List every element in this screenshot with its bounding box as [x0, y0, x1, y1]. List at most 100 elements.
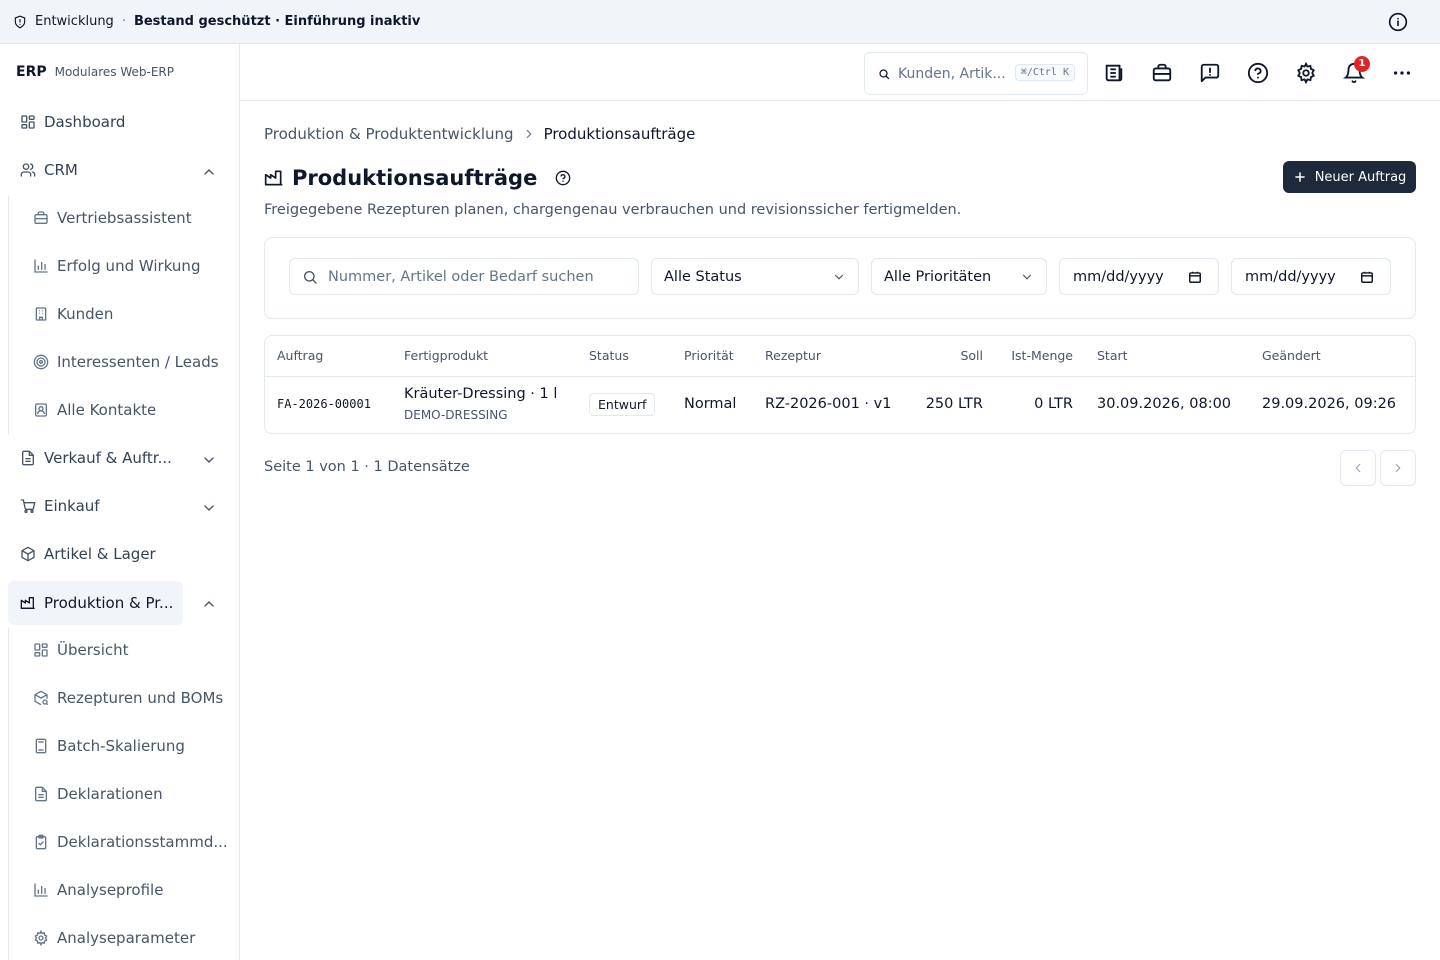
building-icon — [33, 306, 49, 322]
sidebar-item-verkauf[interactable]: Verkauf & Auftr... — [8, 436, 183, 480]
global-search[interactable]: Kunden, Artik... ⌘/Ctrl K — [864, 52, 1088, 95]
sidebar-item-uebersicht[interactable]: Übersicht — [21, 630, 231, 670]
sidebar-item-artikel[interactable]: Artikel & Lager — [8, 532, 183, 576]
notification-badge: 1 — [1354, 56, 1370, 72]
column-header-fertigprodukt[interactable]: Fertigprodukt — [404, 348, 488, 363]
breadcrumb: Produktion & Produktentwicklung Produkti… — [264, 125, 695, 143]
factory-icon — [264, 168, 284, 188]
column-header-status[interactable]: Status — [589, 348, 629, 363]
next-page-button[interactable] — [1380, 450, 1416, 486]
calendar-icon[interactable] — [1188, 270, 1202, 284]
sidebar-item-label: Analyseprofile — [57, 881, 164, 899]
brand[interactable]: ERP Modulares Web-ERP — [16, 64, 174, 80]
message-alert-icon[interactable] — [1199, 62, 1221, 84]
priority-select-value: Alle Prioritäten — [884, 268, 992, 285]
file-text-icon — [33, 786, 49, 802]
column-header-auftrag[interactable]: Auftrag — [277, 348, 323, 363]
chevron-left-icon — [1351, 461, 1365, 475]
sidebar-item-kontakte[interactable]: Alle Kontakte — [21, 390, 231, 430]
sidebar-item-label: Erfolg und Wirkung — [57, 257, 201, 275]
date-from-input[interactable]: mm/dd/yyyy — [1059, 258, 1219, 295]
factory-icon — [20, 595, 36, 611]
sidebar-item-deklarationsstammdaten[interactable]: Deklarationsstammd... — [21, 822, 231, 862]
sidebar-item-label: Dashboard — [44, 113, 126, 131]
sidebar-item-leads[interactable]: Interessenten / Leads — [21, 342, 231, 382]
help-icon[interactable] — [1247, 62, 1269, 84]
shield-icon — [13, 15, 27, 29]
sidebar-item-label: Interessenten / Leads — [57, 353, 219, 371]
order-search-input[interactable]: Nummer, Artikel oder Bedarf suchen — [289, 258, 639, 295]
sidebar-item-label: Deklarationen — [57, 785, 163, 803]
cell-start: 30.09.2026, 08:00 — [1097, 396, 1232, 412]
sidebar-item-kunden[interactable]: Kunden — [21, 294, 231, 334]
prev-page-button[interactable] — [1340, 450, 1376, 486]
sidebar-item-rezepturen[interactable]: Rezepturen und BOMs — [21, 678, 231, 718]
column-header-rezeptur[interactable]: Rezeptur — [765, 348, 821, 363]
info-icon[interactable] — [1388, 12, 1408, 32]
page-description: Freigegebene Rezepturen planen, chargeng… — [264, 202, 962, 218]
cell-geaendert: 29.09.2026, 09:26 — [1262, 396, 1397, 412]
sidebar-item-label: Produktion & Pr... — [44, 594, 174, 612]
environment-label: Entwicklung — [35, 14, 114, 29]
environment-banner: Entwicklung · Bestand geschützt · Einfüh… — [0, 0, 1440, 44]
cell-auftrag[interactable]: FA-2026-00001 — [277, 397, 371, 411]
cell-prioritaet: Normal — [684, 396, 737, 412]
column-header-geaendert[interactable]: Geändert — [1262, 348, 1321, 363]
package-icon — [20, 546, 36, 562]
sidebar-item-label: Vertriebsassistent — [57, 209, 192, 227]
column-header-soll[interactable]: Soll — [960, 348, 983, 363]
crm-submenu-line — [8, 196, 9, 434]
produktion-submenu-line — [8, 628, 9, 960]
banner-status: Bestand geschützt · Einführung inaktiv — [133, 14, 421, 29]
column-header-prioritaet[interactable]: Priorität — [684, 348, 734, 363]
new-order-button[interactable]: Neuer Auftrag — [1283, 161, 1416, 193]
gear-icon[interactable] — [1295, 61, 1317, 85]
briefcase-icon[interactable] — [1151, 62, 1173, 84]
cell-ist: 0 LTR — [1034, 396, 1073, 412]
newspaper-icon[interactable] — [1103, 62, 1125, 84]
priority-select[interactable]: Alle Prioritäten — [871, 258, 1047, 295]
calendar-icon[interactable] — [1360, 270, 1374, 284]
sidebar-item-batch[interactable]: Batch-Skalierung — [21, 726, 231, 766]
chevron-down-icon[interactable] — [201, 500, 217, 516]
cell-rezeptur: RZ-2026-001 · v1 — [765, 396, 892, 412]
sidebar-item-analyseprofile[interactable]: Analyseprofile — [21, 870, 231, 910]
package-search-icon — [33, 690, 49, 706]
sidebar-item-dashboard[interactable]: Dashboard — [8, 100, 183, 144]
sidebar-item-einkauf[interactable]: Einkauf — [8, 484, 183, 528]
page-header: Produktionsaufträge — [264, 166, 571, 190]
date-to-input[interactable]: mm/dd/yyyy — [1231, 258, 1391, 295]
status-select[interactable]: Alle Status — [651, 258, 859, 295]
sidebar-item-erfolg[interactable]: Erfolg und Wirkung — [21, 246, 231, 286]
sidebar-item-analyseparameter[interactable]: Analyseparameter — [21, 918, 231, 958]
gear-icon — [33, 930, 49, 946]
bar-chart-icon — [33, 258, 49, 274]
column-header-start[interactable]: Start — [1097, 348, 1128, 363]
plus-icon — [1293, 170, 1307, 184]
contact-icon — [33, 402, 49, 418]
sidebar-item-crm[interactable]: CRM — [8, 148, 183, 192]
breadcrumb-current: Produktionsaufträge — [543, 125, 696, 143]
cart-icon — [20, 498, 36, 514]
users-icon — [20, 162, 36, 178]
sidebar-item-vertriebsassistent[interactable]: Vertriebsassistent — [21, 198, 231, 238]
more-icon[interactable] — [1391, 62, 1413, 84]
sidebar-item-label: Kunden — [57, 305, 114, 323]
date-to-value: mm/dd/yyyy — [1245, 268, 1336, 285]
sidebar-item-deklarationen[interactable]: Deklarationen — [21, 774, 231, 814]
chevron-up-icon[interactable] — [201, 596, 217, 612]
column-header-ist[interactable]: Ist-Menge — [1011, 348, 1073, 363]
help-icon[interactable] — [555, 170, 571, 186]
status-badge: Entwurf — [589, 393, 656, 416]
chevron-down-icon[interactable] — [201, 452, 217, 468]
sidebar-item-label: CRM — [44, 161, 78, 179]
sidebar-item-label: Analyseparameter — [57, 929, 196, 947]
brand-name: ERP — [16, 64, 47, 80]
sidebar-item-produktion[interactable]: Produktion & Pr... — [8, 581, 183, 625]
chevron-up-icon[interactable] — [201, 164, 217, 180]
cell-produkt: Kräuter-Dressing · 1 l — [404, 386, 558, 402]
search-icon — [302, 269, 318, 285]
breadcrumb-parent[interactable]: Produktion & Produktentwicklung — [264, 125, 514, 143]
global-search-placeholder: Kunden, Artik... — [898, 65, 1006, 82]
chevron-down-icon — [1020, 270, 1034, 284]
